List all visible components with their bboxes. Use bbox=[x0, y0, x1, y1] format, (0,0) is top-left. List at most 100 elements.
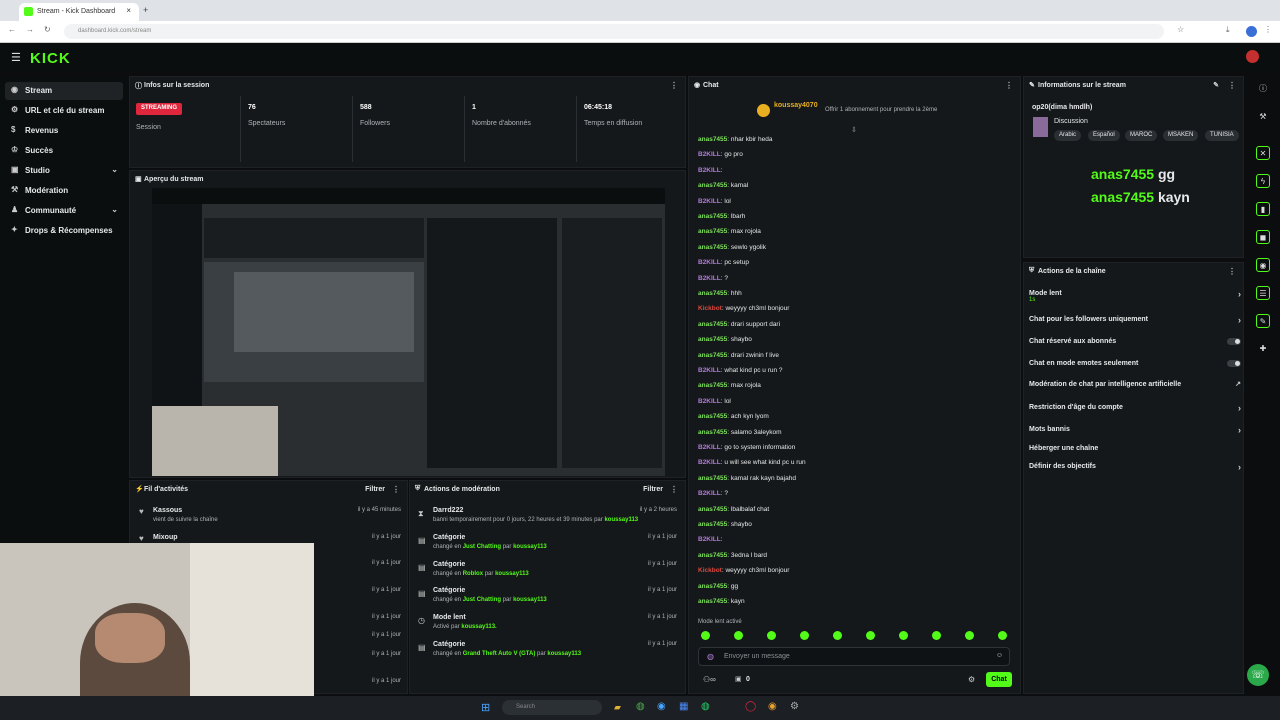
emote-icon[interactable] bbox=[932, 631, 941, 640]
action-age-restriction[interactable]: Restriction d'âge du compte › bbox=[1029, 403, 1241, 413]
chat-username[interactable]: B2KILL bbox=[698, 490, 721, 497]
chat-username[interactable]: anas7455 bbox=[698, 583, 727, 590]
pin-collapse-icon[interactable]: ⇩ bbox=[851, 126, 857, 134]
chat-username[interactable]: anas7455 bbox=[698, 429, 727, 436]
reload-icon[interactable]: ↻ bbox=[44, 25, 51, 34]
user-avatar[interactable] bbox=[1246, 50, 1259, 63]
more-options-icon[interactable]: ⋮ bbox=[1005, 81, 1013, 90]
chat-username[interactable]: anas7455 bbox=[698, 290, 727, 297]
emote-icon[interactable] bbox=[767, 631, 776, 640]
chat-username[interactable]: B2KILL bbox=[698, 367, 721, 374]
opera-icon[interactable]: ◯ bbox=[745, 701, 756, 712]
chat-username[interactable]: B2KILL bbox=[698, 198, 721, 205]
profile-icon[interactable] bbox=[1246, 26, 1257, 37]
action-goals[interactable]: Définir des objectifs › bbox=[1029, 462, 1241, 472]
stream-preview-video[interactable] bbox=[152, 188, 665, 476]
chat-username[interactable]: anas7455 bbox=[698, 506, 727, 513]
chat-username[interactable]: B2KILL bbox=[698, 151, 721, 158]
chat-username[interactable]: B2KILL bbox=[698, 275, 721, 282]
broadcast-icon[interactable]: ◉ bbox=[1256, 258, 1270, 272]
action-followers-only[interactable]: Chat pour les followers uniquement › bbox=[1029, 315, 1241, 325]
chrome-icon[interactable]: ◍ bbox=[636, 701, 645, 712]
edit-icon[interactable]: ✎ bbox=[1213, 81, 1219, 89]
forward-icon[interactable]: → bbox=[26, 25, 34, 34]
edge-icon[interactable]: ◉ bbox=[657, 701, 666, 712]
action-ai-moderation[interactable]: Modération de chat par intelligence arti… bbox=[1029, 381, 1241, 388]
chat-settings-icon[interactable]: ⚙ bbox=[968, 675, 975, 684]
sidebar-item-studio[interactable]: ▣ Studio ⌄ bbox=[5, 162, 123, 180]
chat-username[interactable]: B2KILL bbox=[698, 459, 721, 466]
chat-username[interactable]: anas7455 bbox=[698, 382, 727, 389]
sidebar-item-revenus[interactable]: $ Revenus bbox=[5, 122, 123, 140]
more-options-icon[interactable]: ⋮ bbox=[670, 81, 678, 90]
sidebar-item-stream[interactable]: ◉ Stream bbox=[5, 82, 123, 100]
browser-tab[interactable]: Stream - Kick Dashboard × bbox=[19, 3, 139, 21]
send-chat-button[interactable]: Chat bbox=[986, 672, 1012, 687]
wrench-icon[interactable]: ⚒ bbox=[1256, 110, 1270, 124]
windows-start-icon[interactable]: ⊞ bbox=[481, 701, 490, 714]
filter-button[interactable]: Filtrer bbox=[365, 486, 385, 493]
whatsapp-icon[interactable]: ◍ bbox=[701, 701, 710, 712]
filter-button[interactable]: Filtrer bbox=[643, 486, 663, 493]
chat-username[interactable]: B2KILL bbox=[698, 398, 721, 405]
chat-username[interactable]: anas7455 bbox=[698, 182, 727, 189]
browser-menu-icon[interactable]: ⋮ bbox=[1264, 25, 1272, 34]
chat-username[interactable]: anas7455 bbox=[698, 321, 727, 328]
emote-icon[interactable] bbox=[998, 631, 1007, 640]
emote-picker-icon[interactable]: ◍ bbox=[707, 652, 714, 661]
action-host-channel[interactable]: Héberger une chaîne bbox=[1029, 445, 1241, 452]
hamburger-menu-icon[interactable]: ☰ bbox=[11, 51, 21, 64]
url-input[interactable]: dashboard.kick.com/stream bbox=[64, 24, 1164, 39]
subscribers-only-toggle[interactable] bbox=[1227, 338, 1241, 345]
chat-username[interactable]: anas7455 bbox=[698, 413, 727, 420]
more-options-icon[interactable]: ⋮ bbox=[1228, 81, 1236, 90]
sidebar-item-moderation[interactable]: ⚒ Modération bbox=[5, 182, 123, 200]
chat-username[interactable]: anas7455 bbox=[698, 552, 727, 559]
back-icon[interactable]: ← bbox=[8, 25, 16, 34]
chat-username[interactable]: anas7455 bbox=[698, 336, 727, 343]
emote-icon[interactable] bbox=[866, 631, 875, 640]
new-tab-icon[interactable]: + bbox=[143, 5, 148, 15]
chat-username[interactable]: anas7455 bbox=[698, 213, 727, 220]
panel-icon[interactable]: ▮ bbox=[1256, 202, 1270, 216]
chat-users-icon[interactable]: ⚇∞ bbox=[703, 675, 716, 684]
chat-username[interactable]: B2KILL bbox=[698, 444, 721, 451]
more-options-icon[interactable]: ⋮ bbox=[670, 485, 678, 494]
help-icon[interactable]: ⓘ bbox=[1256, 82, 1270, 96]
emote-icon[interactable] bbox=[833, 631, 842, 640]
sidebar-item-stream-key[interactable]: ⚙ URL et clé du stream bbox=[5, 102, 123, 120]
chat-username[interactable]: anas7455 bbox=[698, 521, 727, 528]
emote-icon[interactable] bbox=[899, 631, 908, 640]
tool-icon[interactable]: ✎ bbox=[1256, 314, 1270, 328]
app-icon[interactable]: ◉ bbox=[768, 701, 777, 712]
chat-username[interactable]: B2KILL bbox=[698, 536, 721, 543]
bookmark-star-icon[interactable]: ☆ bbox=[1177, 25, 1184, 34]
smiley-icon[interactable]: ☺ bbox=[996, 652, 1003, 659]
chat-username[interactable]: Kickbot bbox=[698, 305, 722, 312]
emote-icon[interactable] bbox=[800, 631, 809, 640]
action-slow-mode[interactable]: Mode lent 1s › bbox=[1029, 289, 1241, 303]
support-chat-icon[interactable]: ☏ bbox=[1247, 664, 1269, 686]
chat-username[interactable]: Kickbot bbox=[698, 567, 722, 574]
list-icon[interactable]: ☰ bbox=[1256, 286, 1270, 300]
sidebar-item-succes[interactable]: ♔ Succès bbox=[5, 142, 123, 160]
chat-username[interactable]: B2KILL bbox=[698, 167, 721, 174]
lightning-icon[interactable]: ϟ bbox=[1256, 174, 1270, 188]
more-options-icon[interactable]: ⋮ bbox=[392, 485, 400, 494]
more-options-icon[interactable]: ⋮ bbox=[1228, 267, 1236, 276]
chat-username[interactable]: B2KILL bbox=[698, 259, 721, 266]
chat-username[interactable]: anas7455 bbox=[698, 244, 727, 251]
folder-icon[interactable]: ▰ bbox=[614, 702, 621, 713]
emote-icon[interactable] bbox=[734, 631, 743, 640]
chat-bubble-icon[interactable]: ◼ bbox=[1256, 230, 1270, 244]
store-icon[interactable]: ▦ bbox=[679, 701, 688, 712]
kick-logo[interactable]: KICK bbox=[30, 50, 71, 67]
emotes-only-toggle[interactable] bbox=[1227, 360, 1241, 367]
chat-input[interactable]: ◍ Envoyer un message ☺ bbox=[698, 647, 1010, 666]
sidebar-item-communaute[interactable]: ♟ Communauté ⌄ bbox=[5, 202, 123, 220]
chat-username[interactable]: anas7455 bbox=[698, 228, 727, 235]
settings-icon[interactable]: ⚙ bbox=[790, 701, 799, 712]
action-banned-words[interactable]: Mots bannis › bbox=[1029, 425, 1241, 435]
pinned-user[interactable]: koussay4070 bbox=[774, 102, 818, 109]
emote-icon[interactable] bbox=[701, 631, 710, 640]
